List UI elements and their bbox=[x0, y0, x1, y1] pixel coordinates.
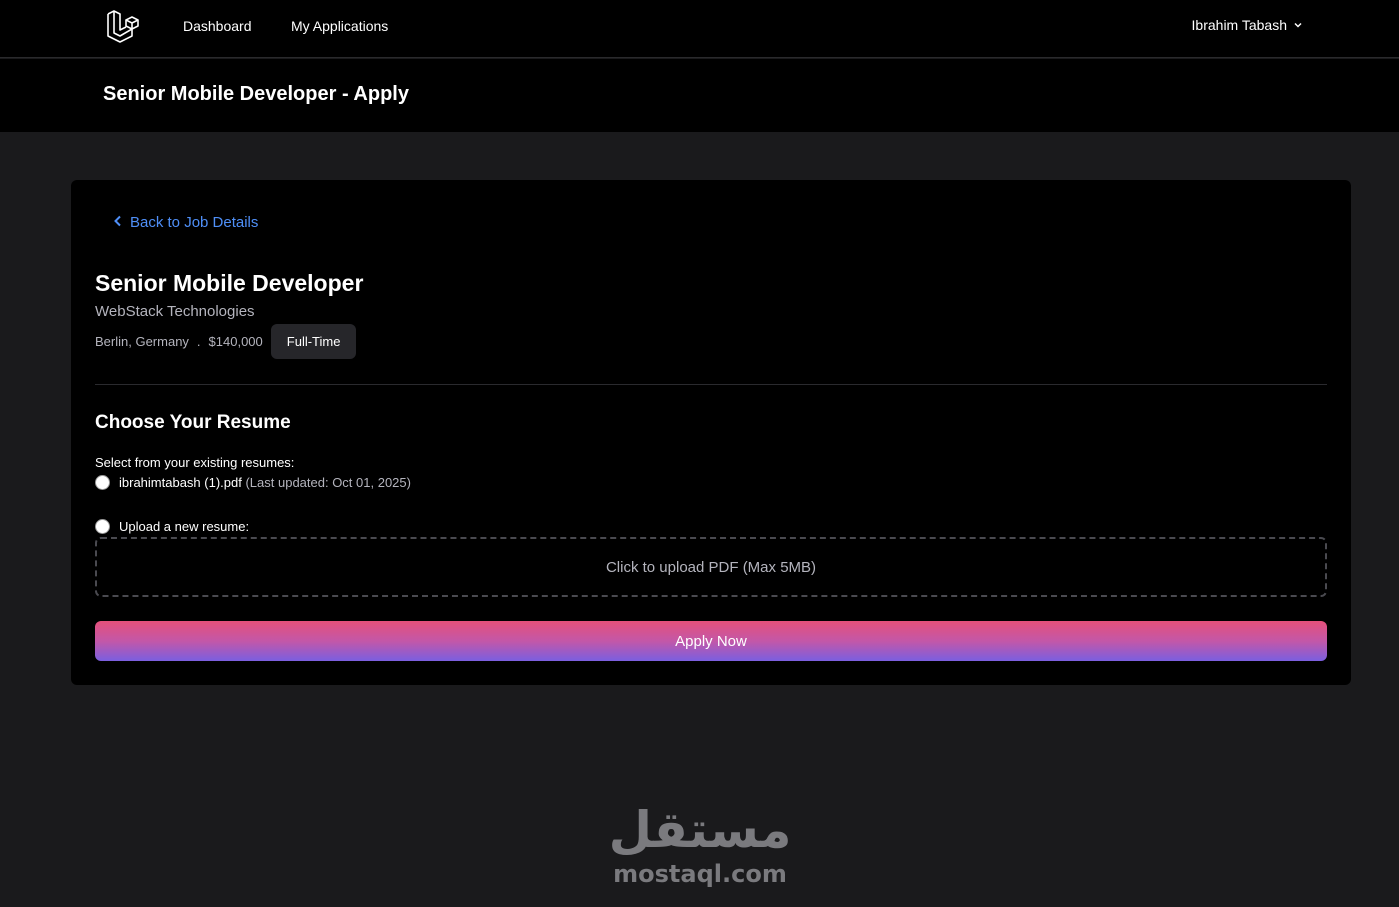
meta-separator: . bbox=[196, 334, 201, 349]
resume-last-updated: (Last updated: Oct 01, 2025) bbox=[245, 475, 411, 490]
chevron-left-icon bbox=[113, 214, 123, 231]
upload-resume-label: Upload a new resume: bbox=[119, 519, 250, 534]
back-to-job-details-link[interactable]: Back to Job Details bbox=[113, 214, 258, 231]
mostaql-watermark: مستقل mostaql.com bbox=[600, 800, 800, 895]
upload-prompt: Click to upload PDF (Max 5MB) bbox=[605, 558, 817, 576]
apply-now-button[interactable]: Apply Now bbox=[95, 621, 1327, 661]
back-link-label: Back to Job Details bbox=[130, 214, 259, 231]
top-navigation: Dashboard My Applications Ibrahim Tabash bbox=[0, 0, 1399, 58]
nav-link-dashboard[interactable]: Dashboard bbox=[183, 18, 252, 34]
watermark-arabic: مستقل bbox=[608, 801, 792, 859]
job-title: Senior Mobile Developer bbox=[95, 270, 364, 296]
nav-link-my-applications[interactable]: My Applications bbox=[291, 18, 388, 34]
application-card: Back to Job Details Senior Mobile Develo… bbox=[71, 180, 1351, 685]
user-menu[interactable]: Ibrahim Tabash bbox=[1192, 17, 1303, 33]
job-type-badge: Full-Time bbox=[270, 324, 357, 359]
job-meta: Berlin, Germany . $140,000 Full-Time bbox=[95, 324, 357, 359]
user-name: Ibrahim Tabash bbox=[1191, 17, 1287, 33]
resume-section-title: Choose Your Resume bbox=[95, 412, 291, 433]
existing-resume-option[interactable]: ibrahimtabash (1).pdf (Last updated: Oct… bbox=[95, 475, 411, 490]
page-title: Senior Mobile Developer - Apply bbox=[103, 83, 409, 105]
upload-resume-radio[interactable] bbox=[95, 519, 110, 534]
upload-resume-option[interactable]: Upload a new resume: bbox=[95, 519, 249, 534]
job-salary: $140,000 bbox=[208, 334, 263, 349]
existing-resume-radio[interactable] bbox=[95, 475, 110, 490]
resume-upload-dropzone[interactable]: Click to upload PDF (Max 5MB) bbox=[95, 537, 1327, 597]
job-location: Berlin, Germany bbox=[95, 334, 189, 349]
watermark-latin: mostaql.com bbox=[613, 860, 787, 888]
resume-file-name: ibrahimtabash (1).pdf bbox=[119, 475, 242, 490]
laravel-logo-icon[interactable] bbox=[105, 10, 139, 44]
chevron-down-icon bbox=[1293, 17, 1303, 33]
divider bbox=[95, 384, 1327, 385]
page-header: Senior Mobile Developer - Apply bbox=[0, 59, 1399, 132]
existing-resumes-label: Select from your existing resumes: bbox=[95, 455, 295, 470]
company-name: WebStack Technologies bbox=[95, 303, 255, 320]
